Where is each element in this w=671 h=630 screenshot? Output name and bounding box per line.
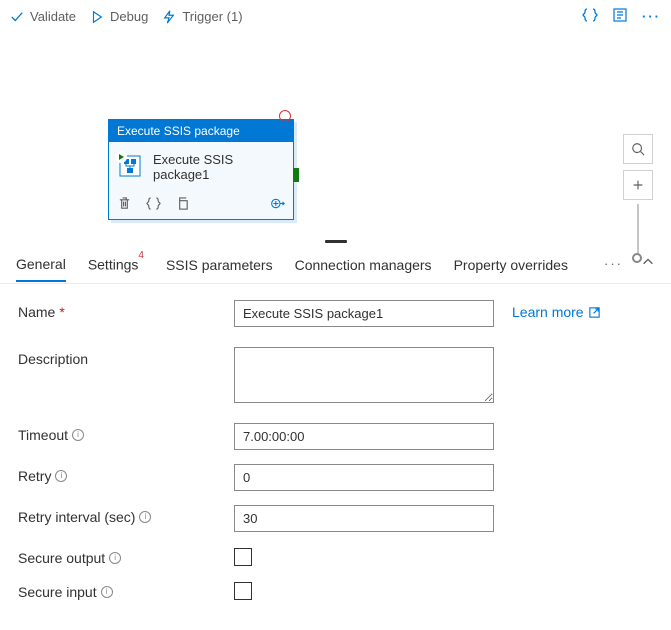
properties-button[interactable]	[612, 7, 628, 26]
add-output-icon[interactable]	[270, 196, 285, 211]
name-input[interactable]	[234, 300, 494, 327]
info-icon[interactable]: i	[109, 552, 121, 564]
status-indicator-icon	[279, 110, 291, 122]
check-icon	[10, 10, 24, 24]
tab-settings-badge: 4	[138, 250, 144, 261]
retry-interval-label: Retry interval (sec) i	[18, 505, 234, 525]
tab-connection-managers[interactable]: Connection managers	[295, 247, 432, 281]
properties-tabs: General Settings4 SSIS parameters Connec…	[0, 244, 671, 284]
timeout-label: Timeout i	[18, 423, 234, 443]
general-form: Name * Learn more Description Timeout i …	[0, 284, 671, 630]
activity-node[interactable]: Execute SSIS package Execute SSIS packag…	[108, 119, 294, 220]
description-input[interactable]	[234, 347, 494, 403]
code-icon[interactable]	[146, 196, 161, 211]
search-icon	[631, 142, 645, 156]
trigger-label: Trigger (1)	[182, 9, 242, 24]
trigger-button[interactable]: Trigger (1)	[162, 9, 242, 24]
secure-output-checkbox[interactable]	[234, 548, 252, 566]
top-toolbar: Validate Debug Trigger (1) ···	[0, 0, 671, 34]
lightning-icon	[162, 10, 176, 24]
info-icon[interactable]: i	[72, 429, 84, 441]
copy-icon[interactable]	[175, 196, 190, 211]
name-label: Name *	[18, 300, 234, 320]
tab-property-overrides[interactable]: Property overrides	[454, 247, 568, 281]
zoom-slider-handle[interactable]	[632, 253, 642, 263]
zoom-slider[interactable]	[637, 204, 639, 258]
retry-input[interactable]	[234, 464, 494, 491]
activity-icon	[117, 153, 143, 182]
description-label: Description	[18, 347, 234, 367]
tab-general[interactable]: General	[16, 246, 66, 282]
external-link-icon	[588, 306, 601, 319]
info-icon[interactable]: i	[101, 586, 113, 598]
debug-button[interactable]: Debug	[90, 9, 148, 24]
more-button[interactable]: ···	[642, 9, 661, 24]
retry-label: Retry i	[18, 464, 234, 484]
play-outline-icon	[90, 10, 104, 24]
secure-input-checkbox[interactable]	[234, 582, 252, 600]
tab-ssis-parameters[interactable]: SSIS parameters	[166, 247, 273, 281]
info-icon[interactable]: i	[55, 470, 67, 482]
debug-label: Debug	[110, 9, 148, 24]
pipeline-canvas[interactable]: Execute SSIS package Execute SSIS packag…	[0, 34, 671, 238]
search-canvas-button[interactable]	[623, 134, 653, 164]
validate-button[interactable]: Validate	[10, 9, 76, 24]
tabs-more-button[interactable]: ···	[604, 256, 623, 271]
secure-input-label: Secure input i	[18, 580, 234, 600]
timeout-input[interactable]	[234, 423, 494, 450]
play-badge-icon	[115, 151, 127, 163]
activity-type-label: Execute SSIS package	[109, 120, 293, 142]
tab-settings[interactable]: Settings4	[88, 246, 144, 281]
info-icon[interactable]: i	[139, 511, 151, 523]
validate-label: Validate	[30, 9, 76, 24]
braces-icon	[582, 7, 598, 23]
code-view-button[interactable]	[582, 7, 598, 26]
plus-icon	[631, 178, 645, 192]
activity-name-label: Execute SSIS package1	[153, 152, 285, 182]
properties-icon	[612, 7, 628, 23]
delete-icon[interactable]	[117, 196, 132, 211]
retry-interval-input[interactable]	[234, 505, 494, 532]
secure-output-label: Secure output i	[18, 546, 234, 566]
zoom-in-button[interactable]	[623, 170, 653, 200]
learn-more-link[interactable]: Learn more	[512, 300, 601, 320]
